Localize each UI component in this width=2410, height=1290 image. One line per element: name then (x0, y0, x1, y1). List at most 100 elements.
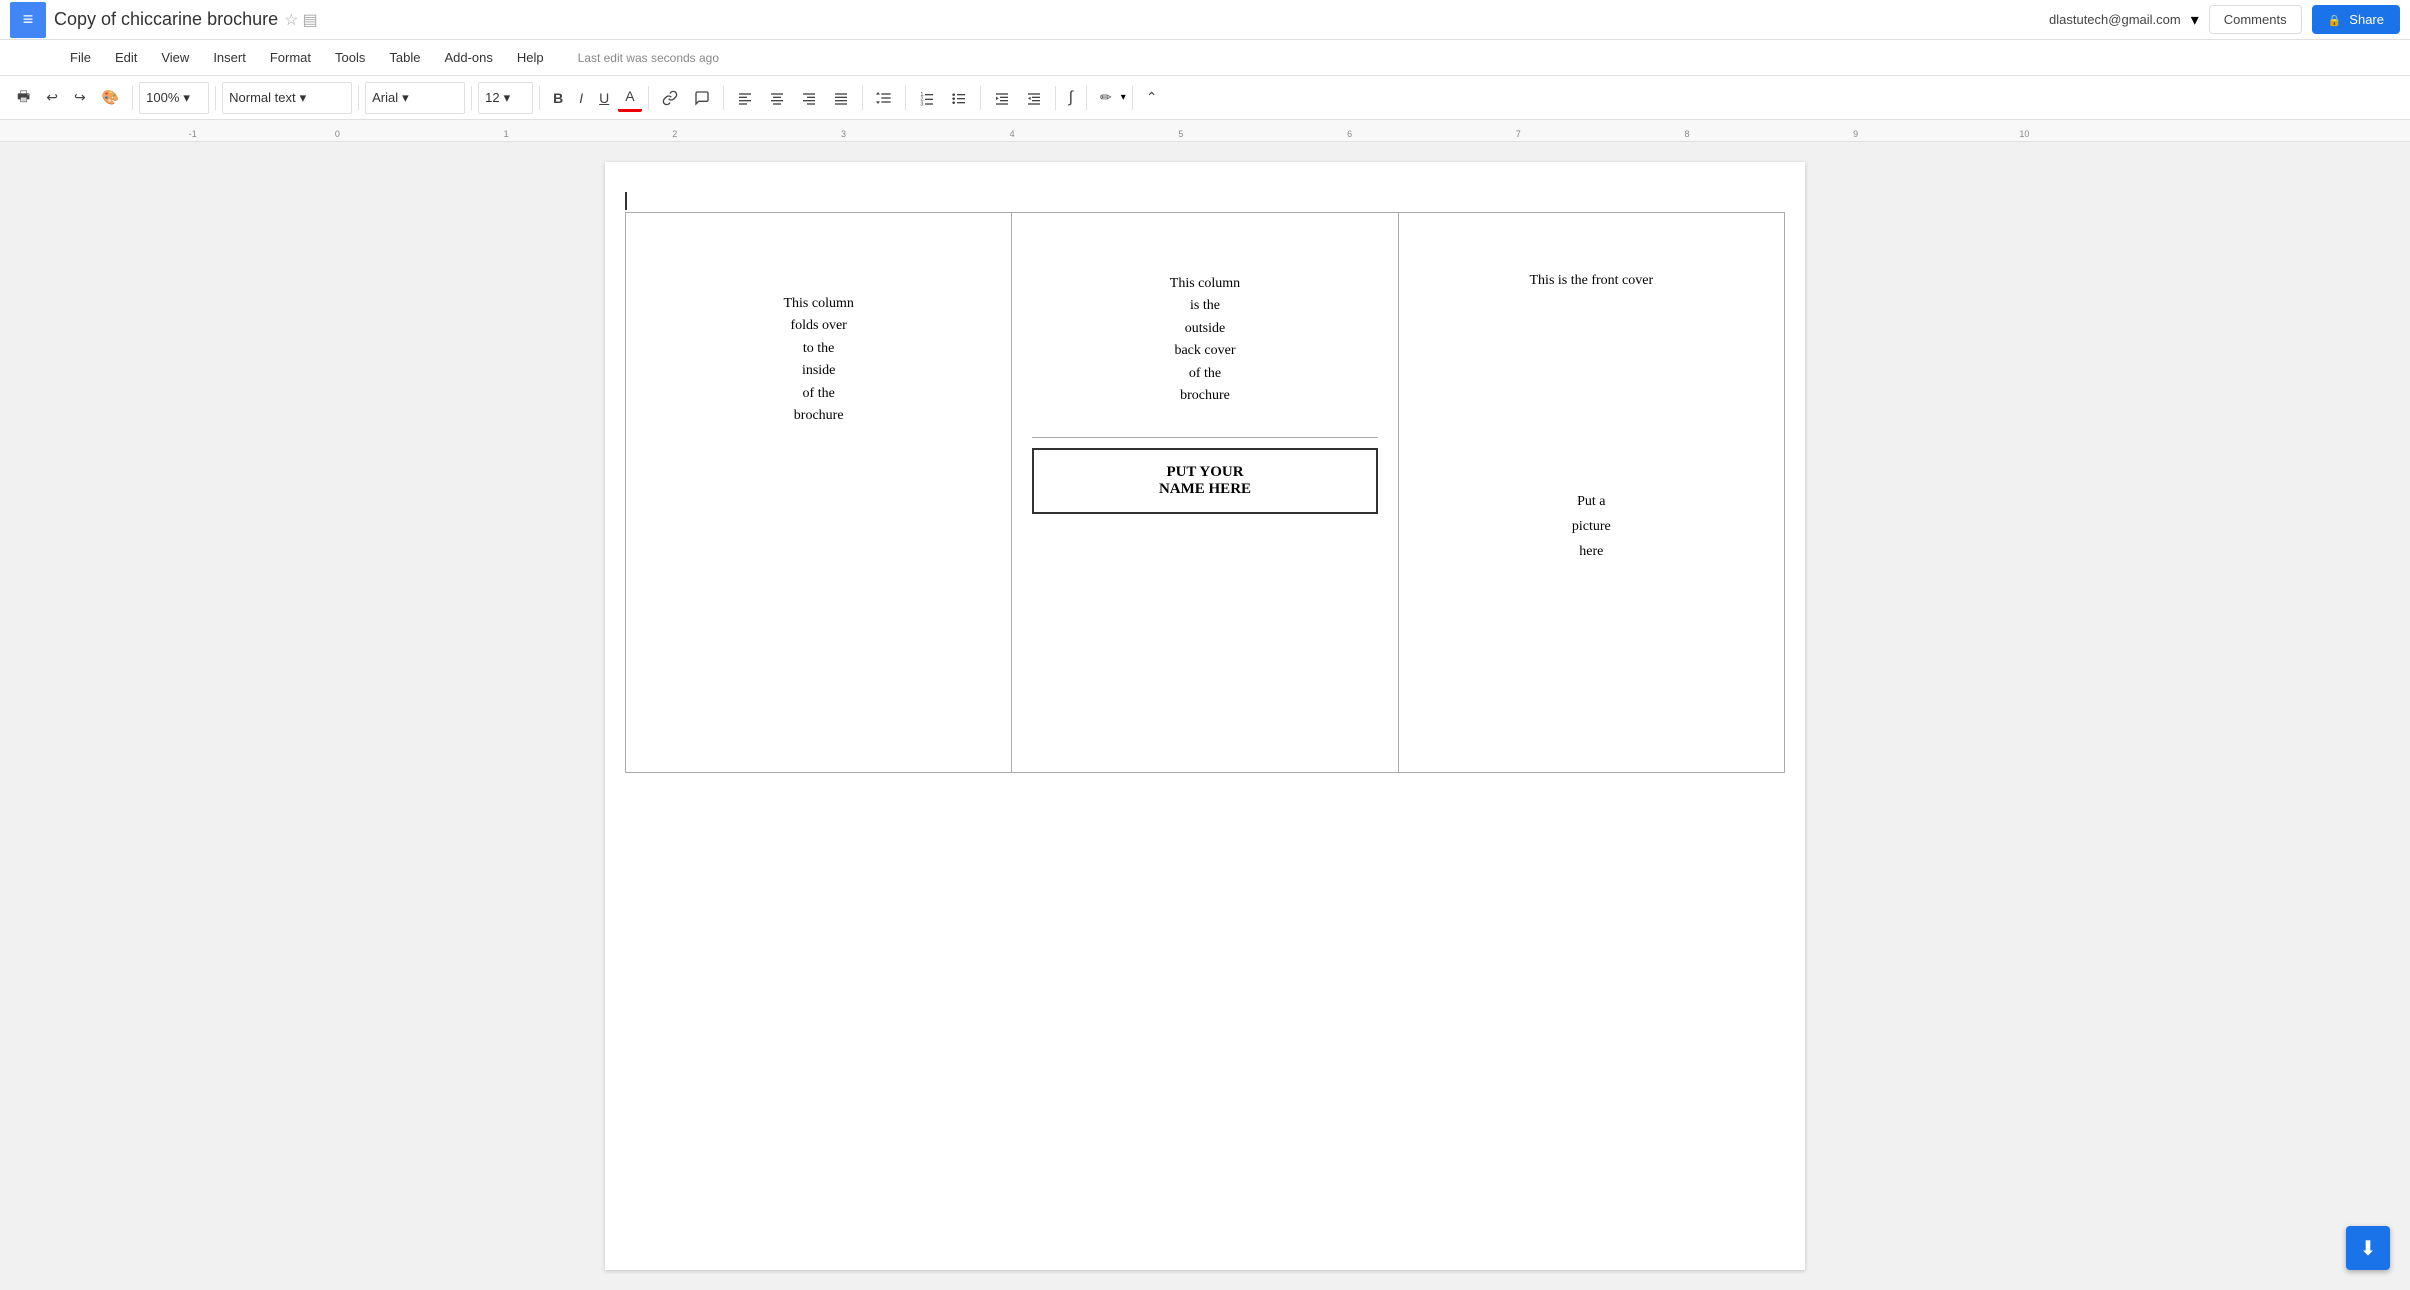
toolbar: 🖶 ↩ ↪ 🎨 100% Normal text Arial 12 B I U … (0, 76, 2410, 120)
document-page[interactable]: This column folds over to the inside of … (605, 162, 1805, 1270)
top-bar: ≡ Copy of chiccarine brochure ☆ ▤ dlastu… (0, 0, 2410, 40)
font-chevron-icon (402, 90, 409, 106)
share-label: Share (2349, 12, 2384, 27)
toolbar-separator-1 (132, 86, 133, 110)
zoom-select[interactable]: 100% (139, 82, 209, 114)
ruler-mark: 0 (335, 129, 340, 139)
menu-format[interactable]: Format (260, 46, 321, 69)
underline-button[interactable]: U (592, 85, 616, 111)
menu-tools[interactable]: Tools (325, 46, 375, 69)
menu-insert[interactable]: Insert (203, 46, 256, 69)
paint-format-button[interactable]: 🎨 (95, 84, 126, 111)
front-cover-text: This is the front cover (1530, 273, 1654, 288)
document-title: Copy of chiccarine brochure (54, 9, 278, 30)
menu-edit[interactable]: Edit (105, 46, 147, 69)
font-size-select[interactable]: 12 (478, 82, 533, 114)
style-chevron-icon (300, 90, 307, 106)
ruler-inner: -1 0 1 2 3 4 5 6 7 8 9 10 (0, 120, 2410, 141)
ruler-mark: 7 (1516, 129, 1521, 139)
column-1-text: This column folds over to the inside of … (783, 296, 853, 423)
column-2-cell[interactable]: This column is the outside back cover of… (1012, 213, 1398, 773)
assistant-button[interactable]: ⬇ (2346, 1226, 2390, 1270)
menu-view[interactable]: View (151, 46, 199, 69)
ruler-mark: 4 (1010, 129, 1015, 139)
hamburger-icon: ≡ (23, 9, 34, 30)
zoom-chevron-icon (183, 90, 190, 106)
col2-description: This column is the outside back cover of… (1170, 276, 1240, 403)
font-select[interactable]: Arial (365, 82, 465, 114)
share-button[interactable]: Share (2312, 5, 2400, 34)
formula-button[interactable]: ∫ (1062, 84, 1080, 112)
comments-button[interactable]: Comments (2209, 5, 2302, 34)
text-color-icon: A (625, 88, 634, 104)
ruler-mark: 5 (1178, 129, 1183, 139)
document-area[interactable]: This column folds over to the inside of … (0, 142, 2410, 1290)
svg-text:3.: 3. (920, 101, 924, 106)
align-right-button[interactable] (794, 85, 824, 111)
italic-button[interactable]: I (572, 85, 590, 111)
zoom-value: 100% (146, 90, 179, 105)
menu-table[interactable]: Table (379, 46, 430, 69)
ruler-mark: 10 (2019, 129, 2029, 139)
assistant-icon: ⬇ (2360, 1236, 2377, 1261)
indent-increase-button[interactable] (1019, 85, 1049, 111)
brochure-table: This column folds over to the inside of … (625, 212, 1785, 773)
size-chevron-icon (504, 90, 511, 106)
toolbar-separator-13 (1132, 86, 1133, 110)
toolbar-separator-6 (648, 86, 649, 110)
comment-button[interactable] (687, 85, 717, 111)
align-left-button[interactable] (730, 85, 760, 111)
column-1-cell[interactable]: This column folds over to the inside of … (626, 213, 1012, 773)
brochure-row: This column folds over to the inside of … (626, 213, 1785, 773)
toolbar-separator-4 (471, 86, 472, 110)
picture-placeholder: Put a picture here (1419, 289, 1764, 565)
toolbar-separator-9 (905, 86, 906, 110)
app-menu-button[interactable]: ≡ (10, 2, 46, 38)
text-color-button[interactable]: A (618, 83, 641, 112)
redo-button[interactable]: ↪ (67, 84, 93, 111)
indent-decrease-button[interactable] (987, 85, 1017, 111)
menu-bar: File Edit View Insert Format Tools Table… (0, 40, 2410, 76)
column-3-top-text: This is the front cover (1419, 233, 1764, 289)
print-button[interactable]: 🖶 (10, 81, 37, 115)
ruler-mark: 9 (1853, 129, 1858, 139)
toolbar-separator-3 (358, 86, 359, 110)
pen-button[interactable]: ✏ (1093, 84, 1119, 111)
toolbar-separator-2 (215, 86, 216, 110)
link-button[interactable] (655, 85, 685, 111)
name-box[interactable]: PUT YOUR NAME HERE (1032, 448, 1377, 514)
align-center-button[interactable] (762, 85, 792, 111)
ordered-list-button[interactable]: 1.2.3. (912, 85, 942, 111)
column-2-top-text: This column is the outside back cover of… (1032, 233, 1377, 427)
star-icon[interactable]: ☆ (284, 10, 298, 30)
column-3-cell[interactable]: This is the front cover Put a picture he… (1398, 213, 1784, 773)
folder-icon[interactable]: ▤ (302, 10, 317, 30)
pen-chevron-icon[interactable] (1121, 92, 1126, 103)
menu-file[interactable]: File (60, 46, 101, 69)
style-select[interactable]: Normal text (222, 82, 352, 114)
menu-help[interactable]: Help (507, 46, 554, 69)
user-email[interactable]: dlastutech@gmail.com (2049, 12, 2181, 27)
style-value: Normal text (229, 90, 295, 105)
toolbar-separator-10 (980, 86, 981, 110)
toolbar-separator-11 (1055, 86, 1056, 110)
font-value: Arial (372, 90, 398, 105)
column-1-content: This column folds over to the inside of … (646, 233, 991, 427)
collapse-toolbar-button[interactable]: ⌃ (1139, 84, 1165, 111)
name-box-text: PUT YOUR NAME HERE (1159, 464, 1251, 497)
font-size-value: 12 (485, 90, 499, 105)
ruler-mark: -1 (189, 129, 197, 139)
line-spacing-button[interactable] (869, 85, 899, 111)
text-cursor (625, 192, 627, 210)
undo-button[interactable]: ↩ (39, 84, 65, 111)
unordered-list-button[interactable] (944, 85, 974, 111)
picture-text: Put a picture here (1572, 494, 1611, 559)
align-justify-button[interactable] (826, 85, 856, 111)
menu-addons[interactable]: Add-ons (434, 46, 502, 69)
ruler-mark: 6 (1347, 129, 1352, 139)
toolbar-separator-8 (862, 86, 863, 110)
bold-button[interactable]: B (546, 85, 570, 111)
lock-icon (2328, 12, 2345, 27)
email-chevron-icon[interactable]: ▾ (2191, 10, 2199, 30)
ruler-mark: 1 (504, 129, 509, 139)
